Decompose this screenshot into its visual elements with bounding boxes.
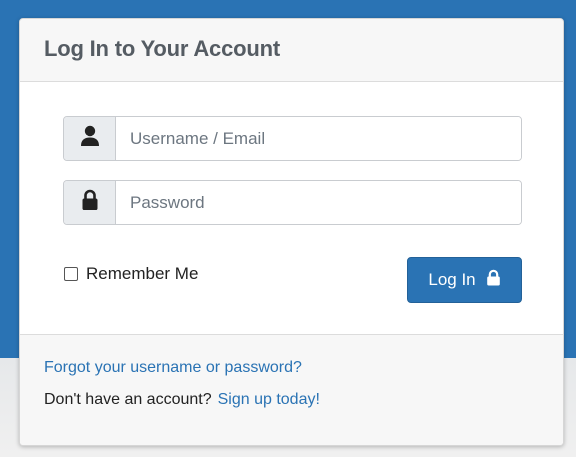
remember-me[interactable]: Remember Me xyxy=(64,264,198,284)
login-card: Log In to Your Account Username / Email … xyxy=(19,18,564,446)
lock-icon xyxy=(81,189,99,216)
remember-me-checkbox[interactable] xyxy=(64,267,78,281)
password-field[interactable] xyxy=(116,181,521,224)
username-input-group xyxy=(63,116,522,161)
signup-link[interactable]: Sign up today! xyxy=(218,391,320,408)
card-body: Remember Me Log In xyxy=(20,82,563,334)
login-button[interactable]: Log In xyxy=(407,257,522,303)
user-icon xyxy=(80,125,100,152)
remember-me-label: Remember Me xyxy=(86,264,199,283)
card-header: Log In to Your Account xyxy=(20,19,563,82)
password-addon xyxy=(64,181,116,224)
forgot-credentials-link[interactable]: Forgot your username or password? xyxy=(44,359,302,377)
password-input-group xyxy=(63,180,522,225)
signup-line: Don't have an account? Sign up today! xyxy=(44,391,563,409)
card-footer: Forgot your username or password? Don't … xyxy=(20,334,563,445)
login-button-label: Log In xyxy=(428,270,476,289)
username-field[interactable] xyxy=(116,117,521,160)
page-title: Log In to Your Account xyxy=(44,36,280,61)
lock-icon xyxy=(486,269,501,291)
signup-prompt: Don't have an account? xyxy=(44,391,212,408)
username-addon xyxy=(64,117,116,160)
